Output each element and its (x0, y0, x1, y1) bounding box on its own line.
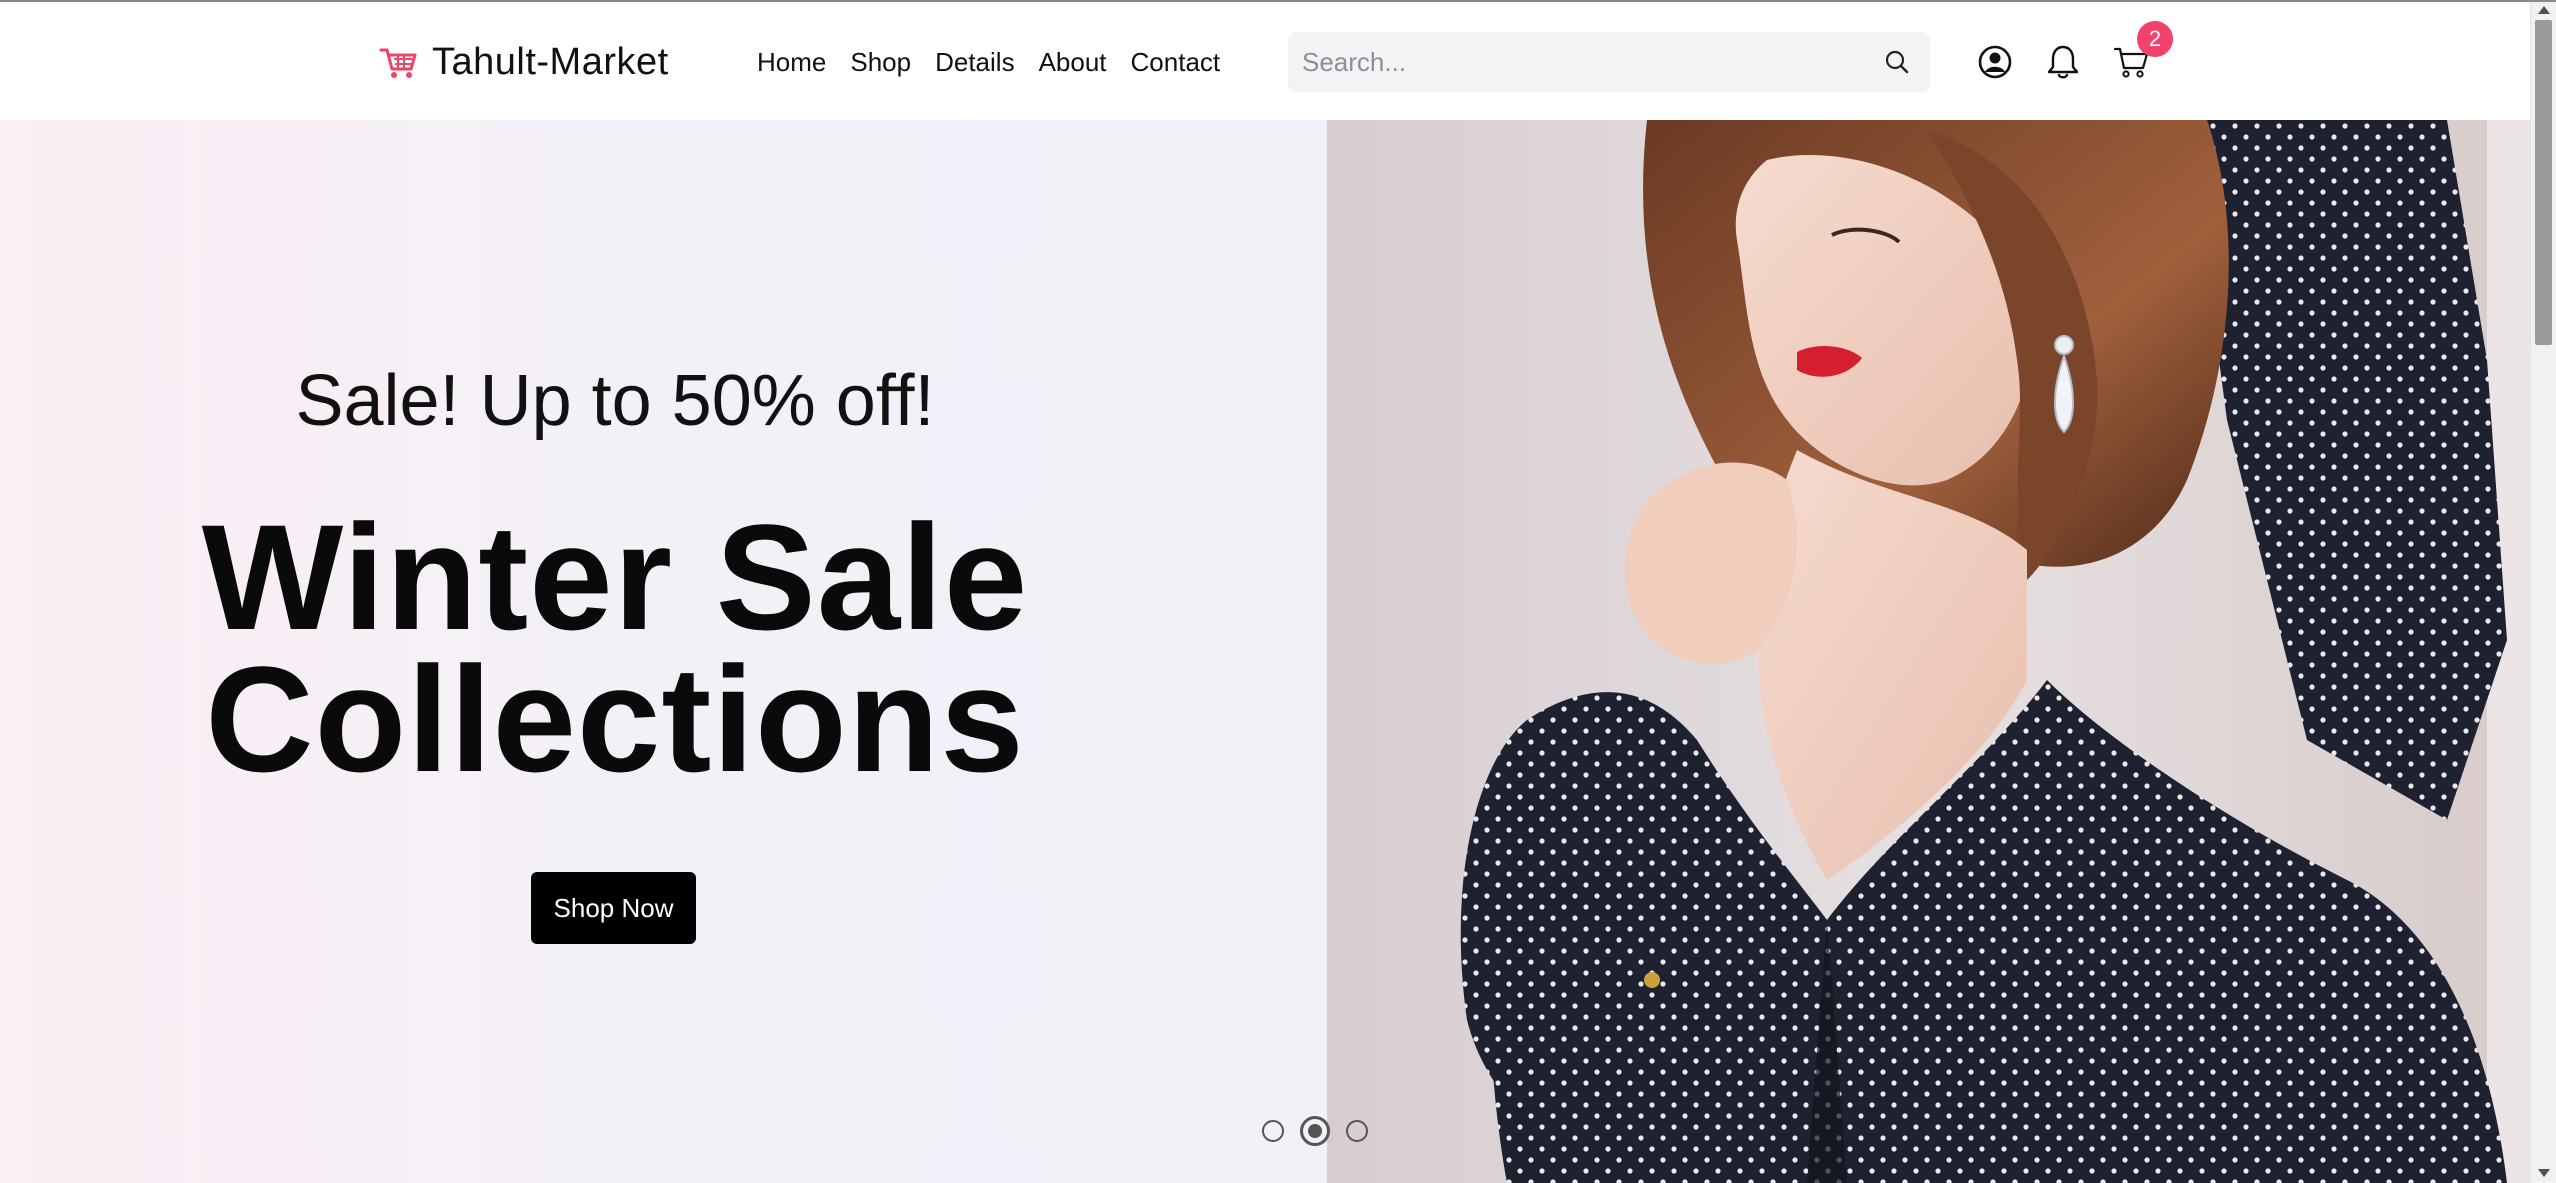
scroll-up-arrow-icon[interactable] (2538, 6, 2550, 14)
shop-now-button[interactable]: Shop Now (531, 872, 696, 944)
nav-contact[interactable]: Contact (1131, 44, 1221, 80)
account-button[interactable] (1975, 42, 2015, 82)
hero-title-line2: Collections (205, 635, 1025, 803)
page-scrollbar[interactable] (2530, 2, 2556, 1183)
brand[interactable]: Tahult-Market (378, 38, 669, 86)
brand-name: Tahult-Market (432, 40, 669, 83)
nav-shop[interactable]: Shop (850, 44, 911, 80)
main-nav: Home Shop Details About Contact (757, 44, 1244, 80)
scrollbar-thumb[interactable] (2535, 20, 2552, 345)
carousel-dot-1[interactable] (1262, 1120, 1284, 1142)
scroll-down-arrow-icon[interactable] (2538, 1169, 2550, 1177)
notifications-button[interactable] (2043, 42, 2083, 82)
carousel-dot-3[interactable] (1346, 1120, 1368, 1142)
site-header: Tahult-Market Home Shop Details About Co… (0, 2, 2530, 120)
user-circle-icon (1978, 45, 2012, 79)
search-bar (1288, 32, 1930, 92)
nav-about[interactable]: About (1039, 44, 1107, 80)
cart-count-badge: 2 (2137, 21, 2173, 57)
hero-image (1327, 120, 2530, 1183)
hero-sale-text: Sale! Up to 50% off! (295, 361, 935, 441)
search-icon[interactable] (1884, 49, 1910, 75)
nav-details[interactable]: Details (935, 44, 1014, 80)
carousel-indicators (1262, 1116, 1388, 1146)
nav-home[interactable]: Home (757, 44, 826, 80)
search-input[interactable] (1288, 33, 1858, 91)
shopping-cart-icon (379, 48, 417, 78)
bell-icon (2047, 45, 2079, 79)
hero-carousel: Sale! Up to 50% off! Winter Sale Collect… (0, 120, 2530, 1183)
carousel-dot-2-active[interactable] (1300, 1116, 1330, 1146)
hero-text-panel: Sale! Up to 50% off! Winter Sale Collect… (0, 120, 1327, 1183)
hero-title: Winter Sale Collections (0, 502, 1230, 794)
